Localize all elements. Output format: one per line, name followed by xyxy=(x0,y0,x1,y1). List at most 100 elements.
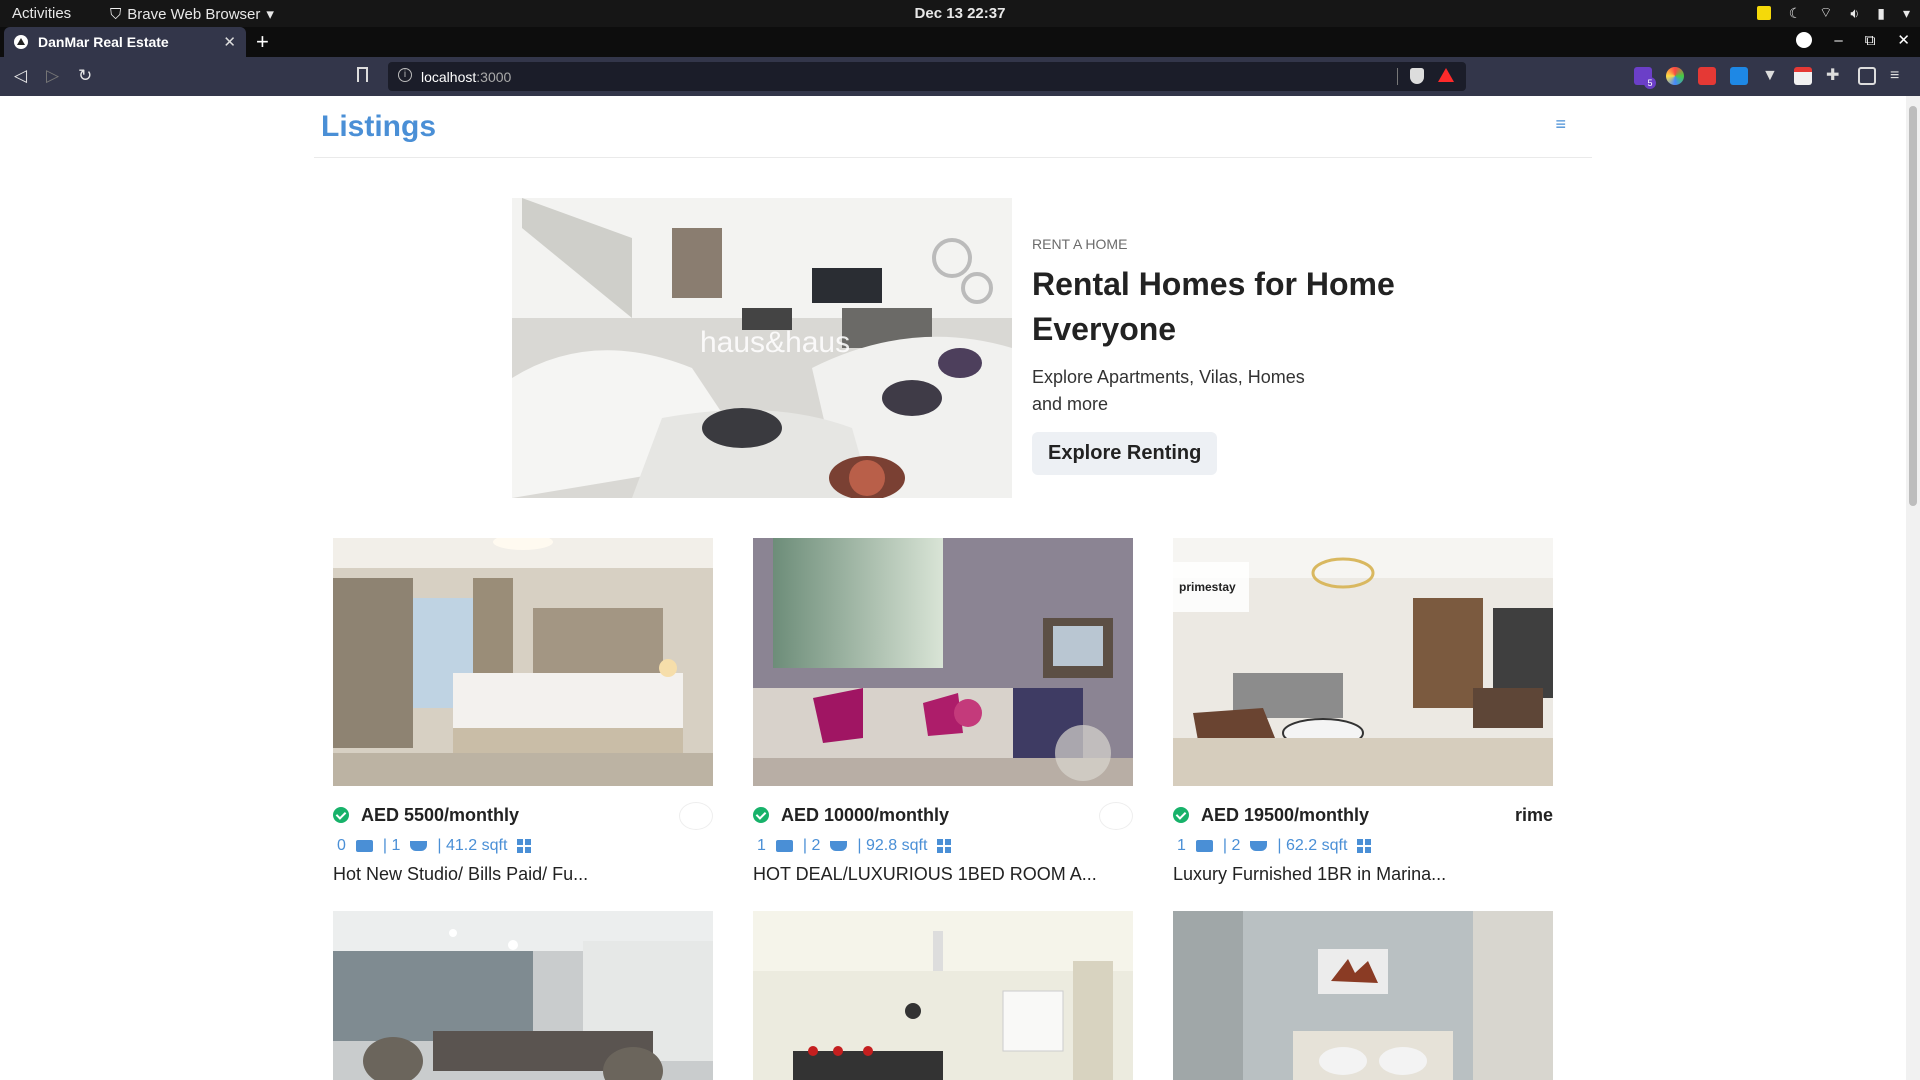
area-size: | 62.2 sqft xyxy=(1277,837,1348,854)
system-top-bar: Activities ⛉ Brave Web Browser ▾ Dec 13 … xyxy=(0,0,1920,27)
listing-price-row: AED 19500/monthly rime xyxy=(1173,800,1553,830)
area-size: | 41.2 sqft xyxy=(437,837,508,854)
close-tab-icon[interactable]: ✕ xyxy=(223,33,236,51)
battery-icon: ▮ xyxy=(1877,4,1885,21)
listing-title[interactable]: Luxury Furnished 1BR in Marina... xyxy=(1173,864,1553,885)
listing-photo[interactable] xyxy=(753,911,1133,1080)
tab-danmar-real-estate[interactable]: DanMar Real Estate ✕ xyxy=(4,27,246,57)
color-picker-extension-icon[interactable] xyxy=(1666,67,1684,85)
page-viewport: Listings ≡ haus&haus RENT A HOME Rental … xyxy=(0,96,1920,1080)
listing-card[interactable]: AED 10000/monthly 1 | 2 | 92.8 sqft HOT … xyxy=(753,538,1133,885)
app-menu-label: Brave Web Browser xyxy=(127,5,261,23)
site-header: Listings ≡ xyxy=(314,96,1592,158)
bathroom-count: | 2 xyxy=(802,837,821,854)
site-info-icon[interactable]: i xyxy=(398,68,412,82)
activities-button[interactable]: Activities xyxy=(12,5,71,22)
extension-calendar-icon[interactable] xyxy=(1794,67,1812,85)
listing-specs: 1 | 2 | 92.8 sqft xyxy=(753,832,1133,860)
clock[interactable]: Dec 13 22:37 xyxy=(0,5,1920,22)
listing-photo[interactable] xyxy=(1173,911,1553,1080)
night-light-icon: ☾ xyxy=(1788,4,1802,21)
reload-icon[interactable]: ↻ xyxy=(78,66,92,86)
brave-rewards-icon[interactable] xyxy=(1438,68,1454,82)
living-room-photo xyxy=(753,538,1133,786)
bed-icon xyxy=(355,840,373,852)
listing-photo[interactable] xyxy=(333,538,713,786)
listing-title[interactable]: Hot New Studio/ Bills Paid/ Fu... xyxy=(333,864,713,885)
listing-card[interactable]: primestay AED 19500/monthly rime 1 | 2 |… xyxy=(1173,538,1553,885)
explore-renting-button[interactable]: Explore Renting xyxy=(1032,432,1218,475)
primestay-logo: primestay xyxy=(1173,562,1249,612)
url-text: localhost:3000 xyxy=(421,69,512,85)
new-tab-button[interactable]: + xyxy=(256,29,269,55)
listing-card[interactable] xyxy=(333,911,713,1080)
extensions-puzzle-icon[interactable]: ✚ xyxy=(1826,67,1844,85)
browser-toolbar: ◁ ▷ ↻ i localhost:3000 5 ▼ ✚ ≡ xyxy=(0,57,1920,96)
bed-icon xyxy=(775,840,793,852)
window-controls: – ⧉ ✕ xyxy=(1796,31,1910,49)
caret-down-icon: ▾ xyxy=(266,6,274,23)
bright-room-photo xyxy=(753,911,1133,1080)
listing-card[interactable]: AED 5500/monthly 0 | 1 | 41.2 sqft Hot N… xyxy=(333,538,713,885)
volume-icon: 🔉︎ xyxy=(1850,4,1860,21)
listing-card[interactable] xyxy=(1173,911,1553,1080)
verified-check-icon xyxy=(1173,807,1189,823)
minimize-icon[interactable]: – xyxy=(1834,32,1842,49)
verified-check-icon xyxy=(753,807,769,823)
bath-icon xyxy=(1250,841,1268,851)
back-icon[interactable]: ◁ xyxy=(14,66,27,86)
power-menu-icon[interactable]: ▾ xyxy=(1903,5,1910,22)
tab-search-icon[interactable] xyxy=(1796,32,1813,48)
wifi-icon: ⌔ xyxy=(1819,4,1833,20)
verified-check-icon xyxy=(333,807,349,823)
wallet-icon[interactable] xyxy=(1858,67,1876,85)
listing-specs: 1 | 2 | 62.2 sqft xyxy=(1173,832,1553,860)
hero-description: Explore Apartments, Vilas, Homes and mor… xyxy=(1032,367,1305,414)
bed-icon xyxy=(1195,840,1213,852)
listing-price: AED 19500/monthly xyxy=(1201,805,1370,825)
vue-devtools-icon[interactable]: ▼ xyxy=(1762,67,1780,85)
address-bar[interactable]: i localhost:3000 xyxy=(388,62,1466,91)
page-scrollbar[interactable] xyxy=(1906,96,1920,1080)
scrollbar-thumb[interactable] xyxy=(1909,106,1917,506)
bookmark-icon[interactable] xyxy=(357,67,368,82)
restore-icon[interactable]: ⧉ xyxy=(1865,32,1876,49)
listing-title[interactable]: HOT DEAL/LUXURIOUS 1BED ROOM A... xyxy=(753,864,1133,885)
listing-price-row: AED 5500/monthly xyxy=(333,800,713,830)
app-menu[interactable]: ⛉ Brave Web Browser ▾ xyxy=(110,5,274,24)
extension-purple-icon[interactable]: 5 xyxy=(1634,67,1656,89)
listing-photo[interactable] xyxy=(333,911,713,1080)
brave-shields-icon[interactable] xyxy=(1410,68,1424,84)
bedroom-count: 0 xyxy=(337,837,346,854)
hero-content: RENT A HOME Rental Homes for Home Everyo… xyxy=(1032,236,1432,475)
bathroom-count: | 2 xyxy=(1222,837,1241,854)
tab-title: DanMar Real Estate xyxy=(38,34,169,50)
extensions-area: 5 ▼ ✚ ≡ xyxy=(1634,67,1908,89)
extension-blue-icon[interactable] xyxy=(1730,67,1748,85)
address-bar-divider xyxy=(1397,68,1398,85)
agency-logo-icon xyxy=(679,802,713,830)
listing-specs: 0 | 1 | 41.2 sqft xyxy=(333,832,713,860)
listing-card[interactable] xyxy=(753,911,1133,1080)
bath-icon xyxy=(830,841,848,851)
close-window-icon[interactable]: ✕ xyxy=(1897,31,1910,49)
bath-icon xyxy=(410,841,428,851)
listing-photo[interactable]: primestay xyxy=(1173,538,1553,786)
extension-badge: 5 xyxy=(1644,77,1656,89)
extension-red-icon[interactable] xyxy=(1698,67,1716,85)
listing-photo[interactable] xyxy=(753,538,1133,786)
main-menu-icon[interactable]: ≡ xyxy=(1890,67,1908,85)
bedroom-with-painting-photo xyxy=(1173,911,1553,1080)
listing-price-row: AED 10000/monthly xyxy=(753,800,1133,830)
brave-app-icon: ⛉ xyxy=(110,5,122,23)
site-logo[interactable]: Listings xyxy=(321,110,436,144)
agency-logo: rime xyxy=(1514,805,1553,825)
tab-strip: DanMar Real Estate ✕ + – ⧉ ✕ xyxy=(0,27,1920,57)
hero-title: Rental Homes for Home Everyone xyxy=(1032,266,1395,347)
system-tray[interactable]: ☾ ⌔ 🔉︎ ▮ ▾ xyxy=(1756,4,1910,22)
sticky-notes-icon[interactable] xyxy=(1756,6,1771,20)
forward-icon[interactable]: ▷ xyxy=(46,66,59,86)
hamburger-menu-icon[interactable]: ≡ xyxy=(1555,114,1566,135)
bedroom-count: 1 xyxy=(1177,837,1186,854)
area-grid-icon xyxy=(1357,839,1372,853)
